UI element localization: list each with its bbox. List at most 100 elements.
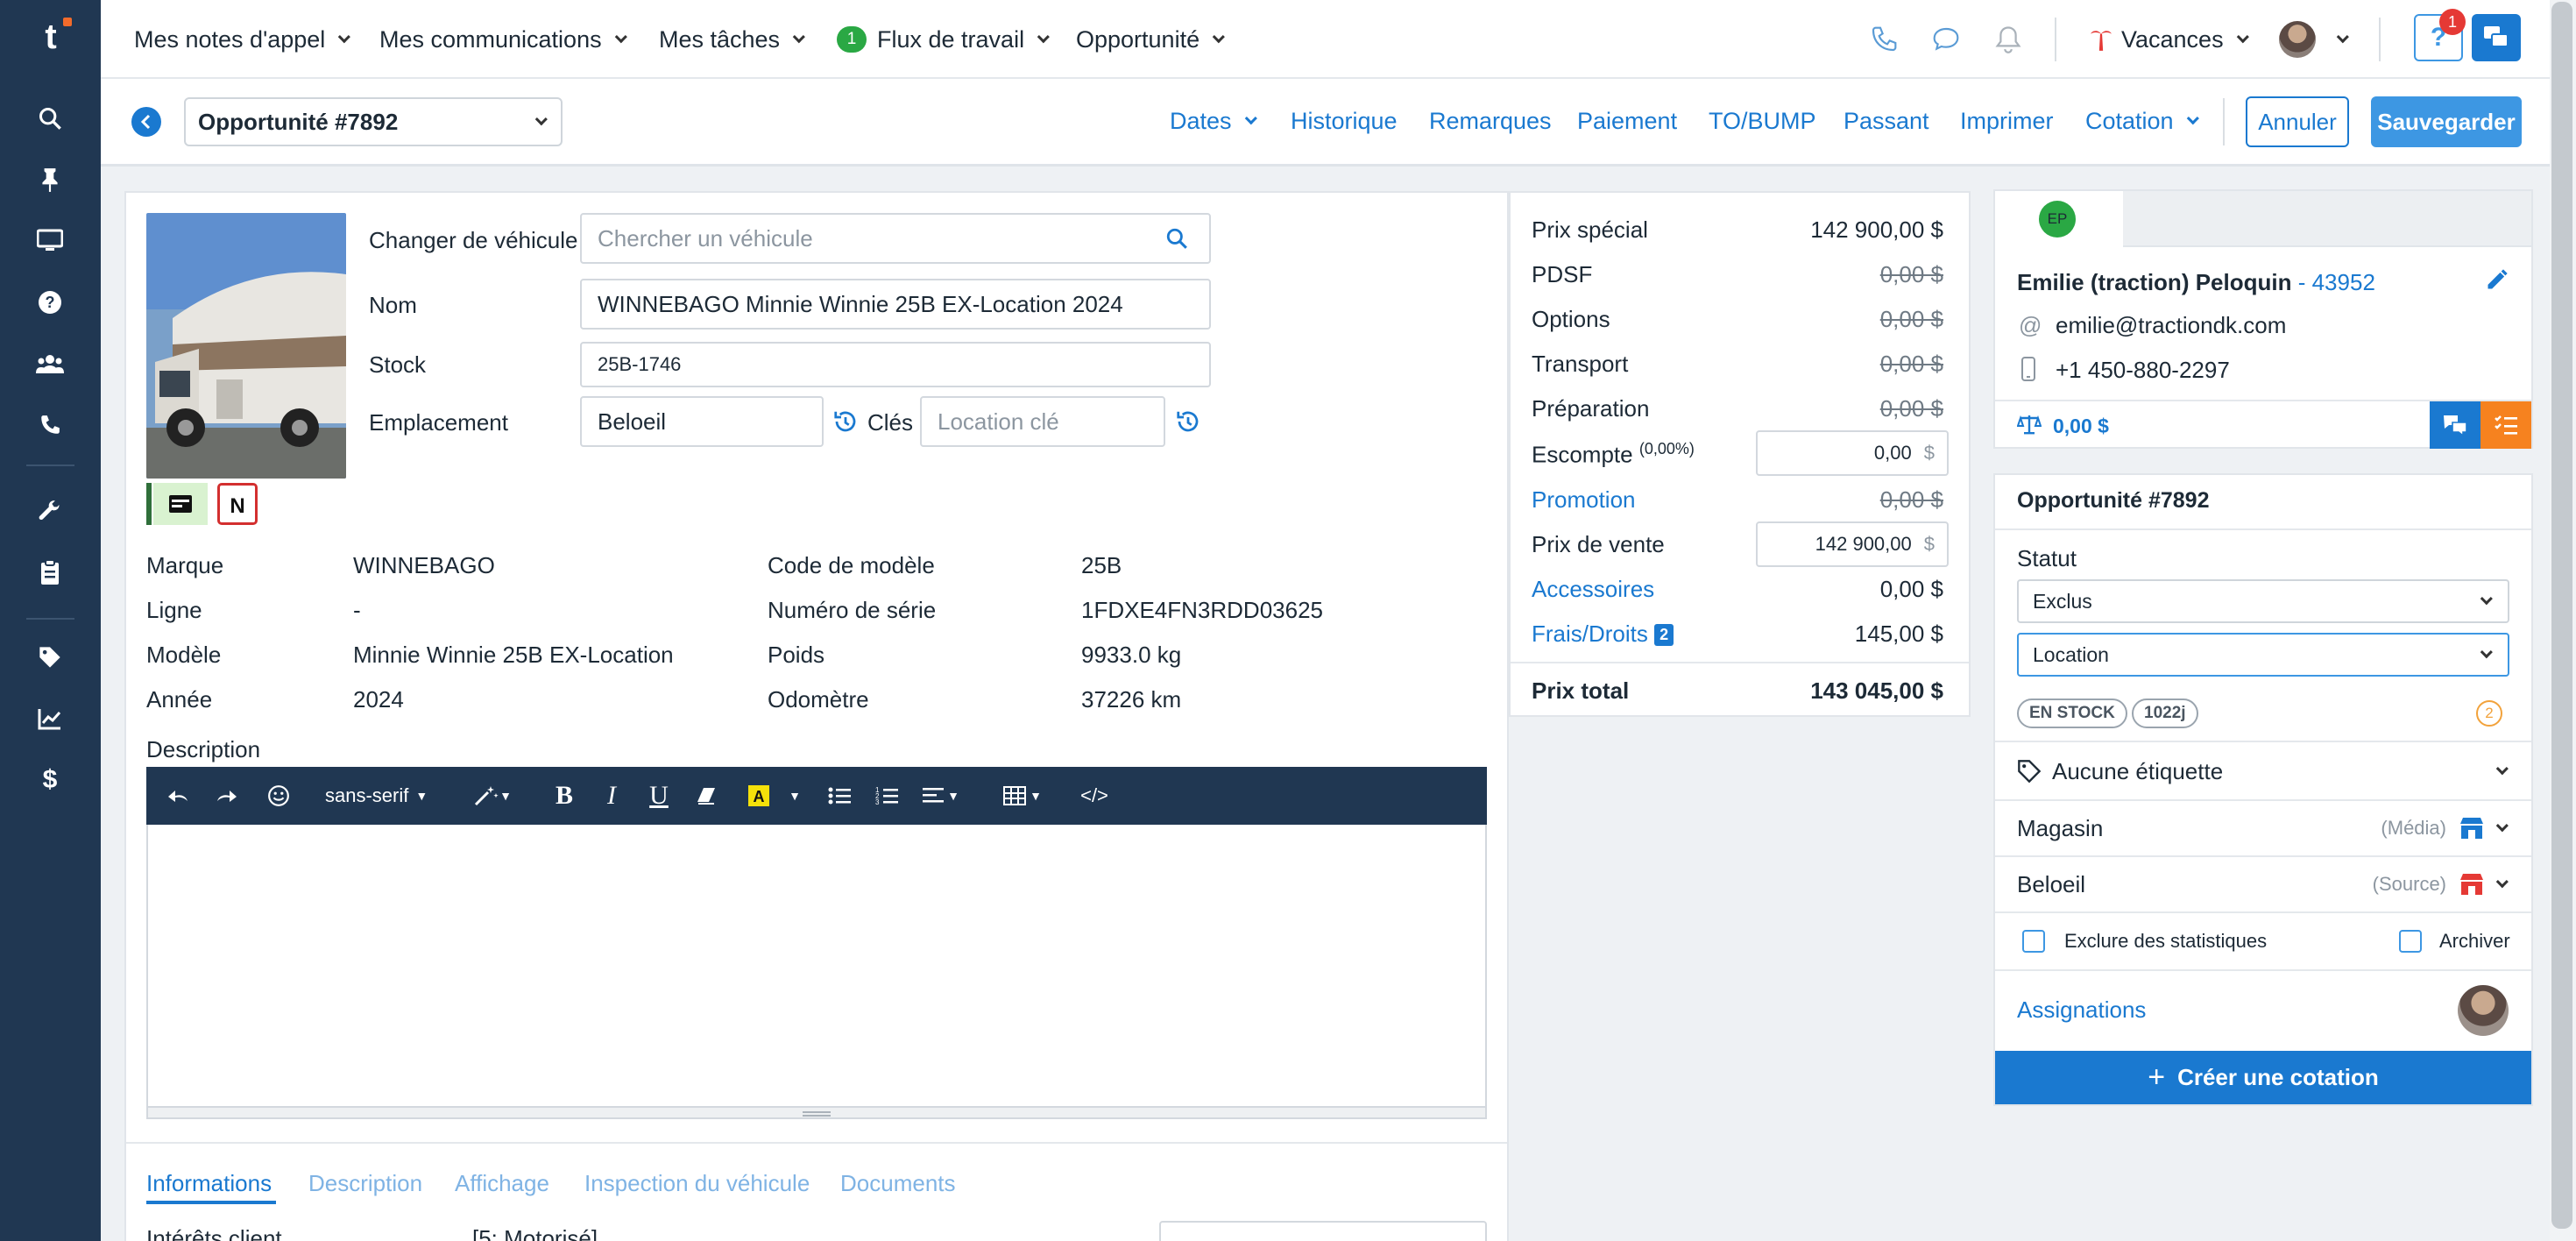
undo-icon[interactable] xyxy=(164,777,194,814)
promotion-link[interactable]: Promotion xyxy=(1532,486,1636,514)
cancel-button[interactable]: Annuler xyxy=(2246,96,2349,147)
editor-resize-handle[interactable] xyxy=(146,1106,1487,1119)
tab-quote[interactable]: Cotation xyxy=(2085,79,2199,163)
client-phone[interactable]: +1 450-880-2297 xyxy=(2056,357,2230,384)
client-messages-button[interactable] xyxy=(2430,401,2480,449)
desktop-icon[interactable] xyxy=(32,223,67,259)
phone-icon[interactable] xyxy=(32,408,67,443)
discount-input[interactable]: 0,00 $ xyxy=(1756,430,1949,476)
phone-icon[interactable] xyxy=(1866,22,1901,57)
client-name[interactable]: Emilie (traction) Peloquin - 43952 xyxy=(2017,269,2375,296)
magic-wand-icon[interactable]: ▼ xyxy=(471,777,514,814)
svg-text:3: 3 xyxy=(875,798,880,805)
tag-icon[interactable] xyxy=(32,640,67,675)
messages-icon xyxy=(2484,26,2509,47)
users-icon[interactable] xyxy=(32,346,67,381)
create-quote-button[interactable]: + Créer une cotation xyxy=(1995,1051,2531,1104)
italic-icon[interactable]: I xyxy=(597,777,626,814)
client-interests-field[interactable] xyxy=(1159,1221,1487,1241)
tab-payment[interactable]: Paiement xyxy=(1577,79,1677,163)
client-avatar[interactable]: EP xyxy=(2039,201,2076,238)
client-tasks-button[interactable] xyxy=(2480,401,2531,449)
highlight-color-icon[interactable]: A xyxy=(744,777,774,814)
client-email[interactable]: emilie@tractiondk.com xyxy=(2056,312,2286,339)
stock-input[interactable]: 25B-1746 xyxy=(580,342,1211,387)
vehicle-search-input[interactable]: Chercher un véhicule xyxy=(580,213,1211,264)
tab-print[interactable]: Imprimer xyxy=(1960,79,2054,163)
description-editor[interactable] xyxy=(146,825,1487,1119)
tab-description[interactable]: Description xyxy=(308,1170,422,1197)
price-row-fees[interactable]: Frais/Droits 2 145,00 $ xyxy=(1532,620,1943,648)
location-input[interactable]: Beloeil xyxy=(580,396,824,447)
assignments-link[interactable]: Assignations xyxy=(2017,996,2146,1024)
vehicle-card-icon[interactable] xyxy=(153,483,208,525)
edit-pencil-icon[interactable] xyxy=(2485,267,2509,292)
emoji-icon[interactable] xyxy=(264,777,294,814)
opportunity-select[interactable]: Opportunité #7892 xyxy=(184,97,563,146)
chevron-down-icon[interactable]: ▼ xyxy=(786,777,803,814)
sale-price-input[interactable]: 142 900,00 $ xyxy=(1756,521,1949,567)
nav-workflow[interactable]: 1 Flux de travail xyxy=(837,0,1050,79)
tab-history[interactable]: Historique xyxy=(1291,79,1398,163)
tab-vehicle-inspection[interactable]: Inspection du véhicule xyxy=(584,1170,810,1197)
font-family-select[interactable]: sans-serif ▼ xyxy=(325,777,428,814)
user-avatar[interactable] xyxy=(2279,21,2316,58)
tab-informations[interactable]: Informations xyxy=(146,1170,272,1197)
tab-to-bump[interactable]: TO/BUMP xyxy=(1709,79,1816,163)
search-icon[interactable] xyxy=(1165,227,1188,250)
key-location-input[interactable]: Location clé xyxy=(920,396,1165,447)
redo-icon[interactable] xyxy=(211,777,241,814)
nav-communications[interactable]: Mes communications xyxy=(379,0,627,79)
back-button[interactable] xyxy=(131,107,161,137)
chart-icon[interactable] xyxy=(32,701,67,736)
nav-tasks[interactable]: Mes tâches xyxy=(659,0,805,79)
tab-passing[interactable]: Passant xyxy=(1844,79,1929,163)
tab-display[interactable]: Affichage xyxy=(455,1170,549,1197)
chat-icon[interactable] xyxy=(1928,22,1964,57)
table-icon[interactable]: ▼ xyxy=(998,777,1047,814)
save-button[interactable]: Sauvegarder xyxy=(2371,96,2522,147)
vacation-label: Vacances xyxy=(2121,25,2224,53)
create-quote-label: Créer une cotation xyxy=(2177,1064,2379,1090)
type-select[interactable]: Location xyxy=(2017,633,2509,677)
tab-documents[interactable]: Documents xyxy=(840,1170,956,1197)
status-select[interactable]: Exclus xyxy=(2017,579,2509,623)
search-icon[interactable] xyxy=(32,101,67,136)
wrench-icon[interactable] xyxy=(32,493,67,528)
pin-icon[interactable] xyxy=(32,162,67,197)
underline-icon[interactable]: U xyxy=(644,777,674,814)
history-icon[interactable] xyxy=(1175,408,1201,435)
tab-remarks[interactable]: Remarques xyxy=(1429,79,1552,163)
eraser-icon[interactable] xyxy=(691,777,721,814)
align-icon[interactable]: ▼ xyxy=(919,777,963,814)
name-input[interactable]: WINNEBAGO Minnie Winnie 25B EX-Location … xyxy=(580,279,1211,330)
tab-dates[interactable]: Dates xyxy=(1170,79,1257,163)
name-label: Nom xyxy=(369,292,417,318)
numbered-list-icon[interactable]: 123 xyxy=(872,777,902,814)
bullet-list-icon[interactable] xyxy=(824,777,854,814)
store-dropdown[interactable]: Magasin (Média) xyxy=(2017,809,2509,847)
archive-checkbox[interactable] xyxy=(2399,930,2422,953)
exclude-stats-checkbox[interactable] xyxy=(2022,930,2045,953)
clipboard-icon[interactable] xyxy=(32,555,67,590)
assigned-user-avatar[interactable] xyxy=(2458,985,2509,1036)
history-icon[interactable] xyxy=(832,408,859,435)
bell-icon[interactable] xyxy=(1991,22,2026,57)
price-row-promotion[interactable]: Promotion 0,00 $ xyxy=(1532,486,1943,514)
app-logo[interactable]: t xyxy=(35,18,72,54)
bold-icon[interactable]: B xyxy=(549,777,579,814)
messenger-button[interactable] xyxy=(2472,14,2521,61)
code-view-icon[interactable]: </> xyxy=(1075,777,1114,814)
nav-call-notes[interactable]: Mes notes d'appel xyxy=(134,0,351,79)
vacation-menu[interactable]: Vacances xyxy=(2090,0,2249,79)
dollar-icon[interactable]: $ xyxy=(32,762,67,798)
page-scrollbar-thumb[interactable] xyxy=(2551,2,2572,1229)
source-dropdown[interactable]: Beloeil (Source) xyxy=(2017,865,2509,904)
vehicle-photo[interactable] xyxy=(146,213,346,479)
help-icon[interactable]: ? xyxy=(32,285,67,320)
nav-opportunity[interactable]: Opportunité xyxy=(1076,0,1225,79)
price-row-accessories[interactable]: Accessoires 0,00 $ xyxy=(1532,576,1943,603)
accessories-link[interactable]: Accessoires xyxy=(1532,576,1654,603)
fees-link[interactable]: Frais/Droits xyxy=(1532,620,1648,647)
tags-dropdown[interactable]: Aucune étiquette xyxy=(2017,754,2509,789)
